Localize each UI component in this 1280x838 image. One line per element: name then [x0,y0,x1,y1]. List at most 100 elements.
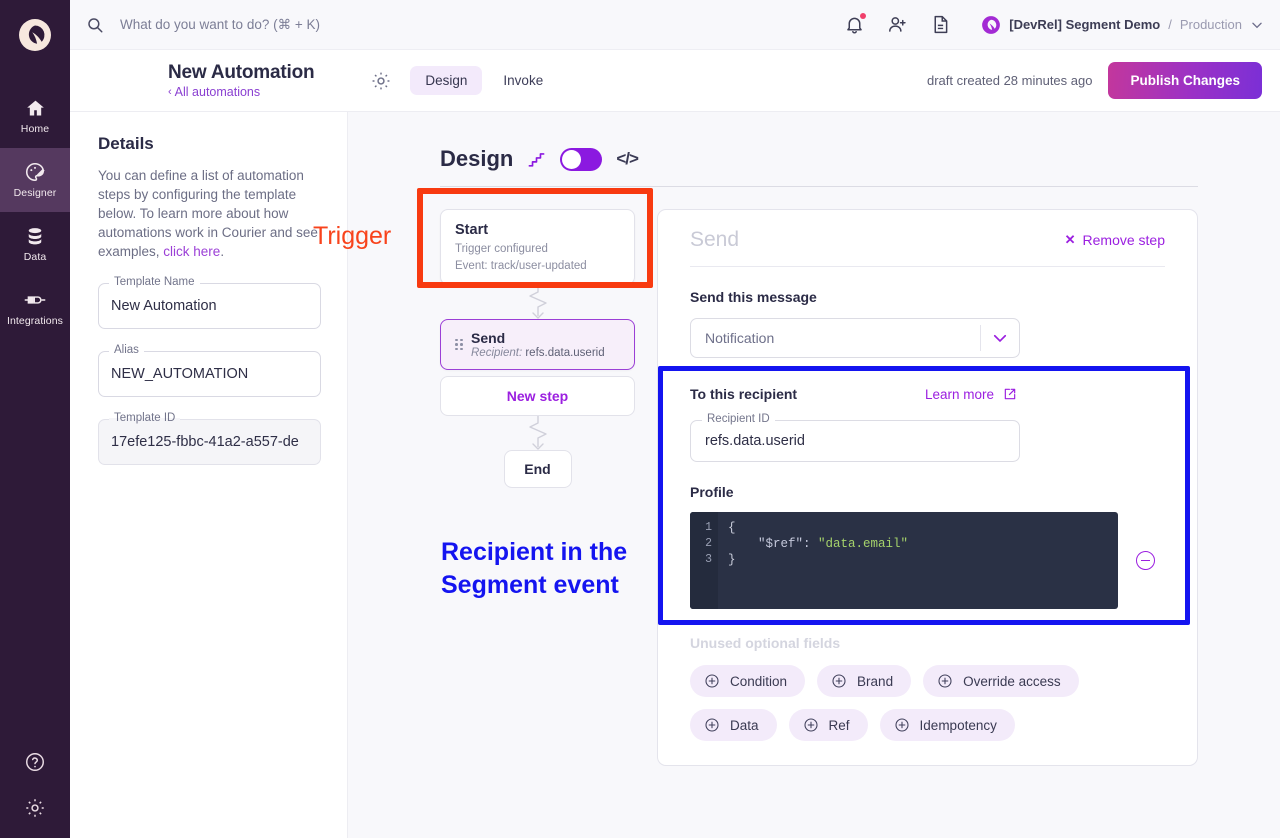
draft-status: draft created 28 minutes ago [926,73,1093,88]
code-colon: : [803,537,819,551]
home-icon [24,97,46,119]
chip-label: Condition [730,673,788,689]
alias-label: Alias [109,344,144,356]
alias-input[interactable] [111,366,308,382]
code-value: "data.email" [818,537,909,551]
template-id-label: Template ID [109,412,181,424]
details-description: You can define a list of automation step… [98,166,321,261]
tab-invoke[interactable]: Invoke [488,66,558,95]
remove-step-button[interactable]: ✕ Remove step [1065,232,1165,248]
main-region: [DevRel] Segment Demo / Production New A… [70,0,1280,838]
start-step-title: Start [455,222,489,238]
design-canvas: Design </> Start Trigger configured Even… [348,112,1280,838]
recipient-id-label: Recipient ID [702,413,775,425]
sidebar-item-home[interactable]: Home [0,84,70,148]
template-id-field: Template ID [98,412,321,465]
database-icon [24,225,46,247]
chip-label: Ref [828,717,850,733]
page-header-actions: draft created 28 minutes ago Publish Cha… [927,62,1262,99]
start-step-sub1: Trigger configured [455,243,548,255]
back-link-label: All automations [174,85,261,99]
alias-field[interactable]: Alias [98,344,321,397]
publish-changes-button[interactable]: Publish Changes [1108,62,1262,99]
workflow-step-start[interactable]: Start Trigger configured Event: track/us… [440,209,635,285]
chip-label: Override access [963,673,1061,689]
remove-step-label: Remove step [1082,232,1165,248]
sidebar-item-integrations-label: Integrations [6,315,64,327]
global-topbar: [DevRel] Segment Demo / Production [70,0,1280,50]
config-card-divider [690,266,1165,267]
new-step-button[interactable]: New step [440,376,635,416]
recipient-id-field[interactable]: Recipient ID [690,413,1020,462]
code-view-icon[interactable]: </> [616,149,639,169]
design-section-title: Design [440,146,514,171]
line-number: 2 [705,537,712,550]
sidebar-item-designer[interactable]: Designer [0,148,70,212]
workspace-name: [DevRel] Segment Demo [1009,17,1161,32]
design-code-toggle[interactable] [560,147,603,171]
start-step-sub2: Event: track/user-updated [455,260,587,272]
plus-circle-icon [894,717,910,733]
document-icon[interactable] [930,14,951,35]
chip-condition[interactable]: Condition [690,665,806,697]
learn-more-link[interactable]: Learn more [925,387,1017,402]
code-content[interactable]: { "$ref": "data.email" } [718,512,1118,609]
message-select-value: Notification [705,330,775,346]
learn-more-label: Learn more [924,386,994,402]
sidebar-item-data-label: Data [23,251,47,263]
code-line-3: } [728,553,736,567]
optional-field-chips: Condition Brand Override access Data Ref… [690,665,1110,741]
chip-data[interactable]: Data [690,709,777,741]
tab-design[interactable]: Design [410,66,483,95]
workflow-column: Start Trigger configured Event: track/us… [440,209,635,488]
config-card-title: Send [690,228,740,251]
canvas-inner: Design </> Start Trigger configured Even… [348,146,1280,766]
drag-handle-icon[interactable] [455,338,463,351]
sidebar-item-home-label: Home [20,123,50,135]
template-name-field[interactable]: Template Name [98,276,321,329]
details-heading: Details [98,134,154,153]
recipient-id-input[interactable] [705,433,1005,449]
template-settings-gear-icon[interactable] [370,70,392,92]
template-name-input[interactable] [111,298,308,314]
profile-code-editor[interactable]: 1 2 3 { "$ref": "data.email" } [690,512,1118,609]
page-title-block: New Automation ‹ All automations [168,62,315,99]
workspace-selector[interactable]: [DevRel] Segment Demo / Production [981,15,1264,35]
back-to-all-automations-link[interactable]: ‹ All automations [168,85,314,99]
sidebar-item-integrations[interactable]: Integrations [0,276,70,340]
recipient-heading: To this recipient [690,386,798,402]
design-divider [440,186,1198,187]
global-search[interactable] [86,16,832,34]
details-click-here-link[interactable]: click here [163,244,220,259]
design-header: Design </> [440,146,1198,172]
chip-idempotency[interactable]: Idempotency [879,709,1015,741]
flow-and-config-row: Start Trigger configured Event: track/us… [440,209,1198,766]
add-user-icon[interactable] [887,14,908,35]
page-header: New Automation ‹ All automations Design … [70,50,1280,112]
workflow-step-end[interactable]: End [503,450,572,488]
workflow-steps-icon [527,150,546,169]
chip-brand[interactable]: Brand [817,665,912,697]
chip-label: Data [730,717,759,733]
chevron-down-icon [1250,18,1264,32]
sidebar-item-data[interactable]: Data [0,212,70,276]
plus-circle-icon [937,673,953,689]
chip-ref[interactable]: Ref [788,709,868,741]
details-description-period: . [220,244,225,259]
gear-icon[interactable] [23,796,47,820]
bell-icon[interactable] [844,13,867,35]
chip-override-access[interactable]: Override access [923,665,1079,697]
message-select[interactable]: Notification [690,318,1020,358]
plus-circle-icon [803,717,819,733]
workflow-step-send[interactable]: Send Recipient: refs.data.userid [440,319,635,370]
remove-profile-button[interactable] [1136,551,1155,570]
search-input[interactable] [120,17,540,32]
line-number: 1 [705,521,712,534]
page-tabs: Design Invoke [410,66,558,95]
plus-circle-icon [831,673,847,689]
code-line-1: { [728,521,736,535]
send-step-config-card: Send ✕ Remove step Send this message Not… [657,209,1198,766]
courier-logo[interactable] [0,0,70,70]
search-icon [86,16,104,34]
help-circle-icon[interactable] [23,750,47,774]
